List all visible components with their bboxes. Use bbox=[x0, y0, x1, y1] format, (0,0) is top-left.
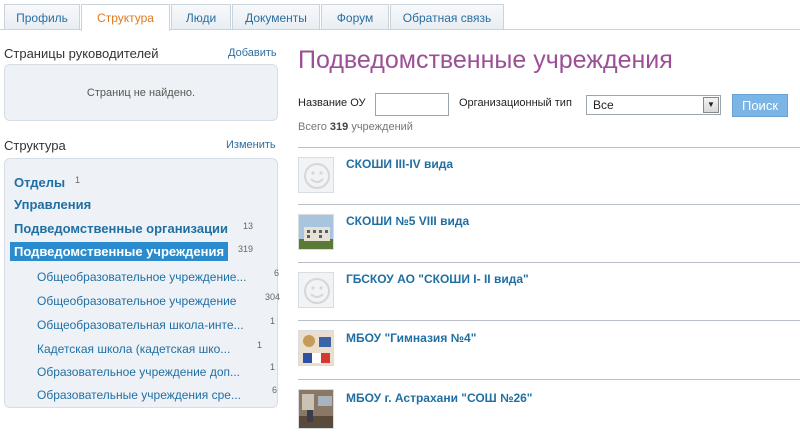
structure-subitem[interactable]: Общеобразовательное учреждение bbox=[37, 294, 236, 308]
row-divider bbox=[298, 147, 800, 148]
structure-subitem[interactable]: Образовательное учреждение доп... bbox=[37, 365, 240, 379]
structure-subitem[interactable]: Кадетская школа (кадетская шко... bbox=[37, 342, 230, 356]
result-title-link[interactable]: МБОУ "Гимназия №4" bbox=[346, 331, 476, 345]
row-divider bbox=[298, 204, 800, 205]
smiley-icon[interactable] bbox=[298, 272, 334, 308]
page-title: Подведомственные учреждения bbox=[298, 46, 673, 74]
total-prefix: Всего bbox=[298, 121, 327, 133]
tab-label: Профиль bbox=[16, 10, 68, 25]
empty-message: Страниц не найдено. bbox=[86, 86, 196, 99]
name-filter-label: Название ОУ bbox=[298, 97, 366, 109]
structure-subitem[interactable]: Общеобразовательное учреждение... bbox=[37, 270, 246, 284]
result-title-link[interactable]: СКОШИ №5 VIII вида bbox=[346, 214, 469, 228]
tab-feedback[interactable]: Обратная связь bbox=[390, 4, 504, 30]
building-photo[interactable] bbox=[298, 214, 334, 250]
structure-subitem[interactable]: Общеобразовательная школа-инте... bbox=[37, 318, 244, 332]
row-divider bbox=[298, 320, 800, 321]
total-count-text: Всего 319 учреждений bbox=[298, 121, 413, 133]
chevron-down-icon[interactable]: ▼ bbox=[703, 97, 719, 113]
edit-structure-link[interactable]: Изменить bbox=[226, 139, 276, 151]
structure-count: 1 bbox=[257, 340, 263, 350]
name-filter-input[interactable] bbox=[375, 93, 449, 116]
structure-count: 319 bbox=[238, 244, 254, 254]
tab-label: Люди bbox=[185, 10, 217, 25]
structure-count: 6 bbox=[274, 268, 280, 278]
structure-count: 304 bbox=[265, 292, 281, 302]
structure-count: 1 bbox=[270, 362, 276, 372]
result-title-link[interactable]: СКОШИ III-IV вида bbox=[346, 157, 453, 171]
add-manager-link[interactable]: Добавить bbox=[228, 47, 277, 59]
type-filter-select[interactable]: Все ▼ bbox=[586, 95, 721, 115]
structure-item-administrations[interactable]: Управления bbox=[14, 197, 91, 212]
flag-photo[interactable] bbox=[298, 330, 334, 366]
tab-people[interactable]: Люди bbox=[171, 4, 231, 30]
structure-heading: Структура bbox=[4, 138, 66, 153]
structure-item-departments[interactable]: Отделы bbox=[14, 175, 65, 190]
tab-structure[interactable]: Структура bbox=[81, 4, 170, 31]
search-button[interactable]: Поиск bbox=[732, 94, 788, 117]
structure-subitem[interactable]: Образовательные учреждения сре... bbox=[37, 388, 241, 402]
tab-bar: Профиль Структура Люди Документы Форум О… bbox=[0, 0, 800, 31]
tab-label: Форум bbox=[336, 10, 374, 25]
room-photo[interactable] bbox=[298, 389, 334, 429]
managers-heading: Страницы руководителей bbox=[4, 46, 159, 61]
structure-item-institutions[interactable]: Подведомственные учреждения bbox=[10, 242, 229, 261]
result-title-link[interactable]: МБОУ г. Астрахани "СОШ №26" bbox=[346, 391, 533, 405]
row-divider bbox=[298, 379, 800, 380]
result-title-link[interactable]: ГБСКОУ АО "СКОШИ I- II вида" bbox=[346, 272, 529, 286]
structure-count: 6 bbox=[272, 385, 278, 395]
tab-label: Структура bbox=[97, 11, 154, 25]
tab-forum[interactable]: Форум bbox=[321, 4, 389, 30]
type-filter-label: Организационный тип bbox=[459, 97, 572, 109]
structure-count: 13 bbox=[243, 221, 254, 231]
structure-count: 1 bbox=[270, 316, 276, 326]
total-suffix: учреждений bbox=[351, 121, 413, 133]
tab-documents[interactable]: Документы bbox=[232, 4, 320, 30]
tab-label: Обратная связь bbox=[402, 10, 492, 25]
tab-profile[interactable]: Профиль bbox=[4, 4, 80, 30]
smiley-icon[interactable] bbox=[298, 157, 334, 193]
type-filter-value: Все bbox=[593, 98, 614, 112]
total-count: 319 bbox=[329, 121, 349, 133]
structure-count: 1 bbox=[75, 175, 81, 185]
managers-empty-box: Страниц не найдено. bbox=[4, 64, 278, 121]
row-divider bbox=[298, 262, 800, 263]
structure-item-organizations[interactable]: Подведомственные организации bbox=[14, 221, 228, 236]
tab-label: Документы bbox=[245, 10, 307, 25]
